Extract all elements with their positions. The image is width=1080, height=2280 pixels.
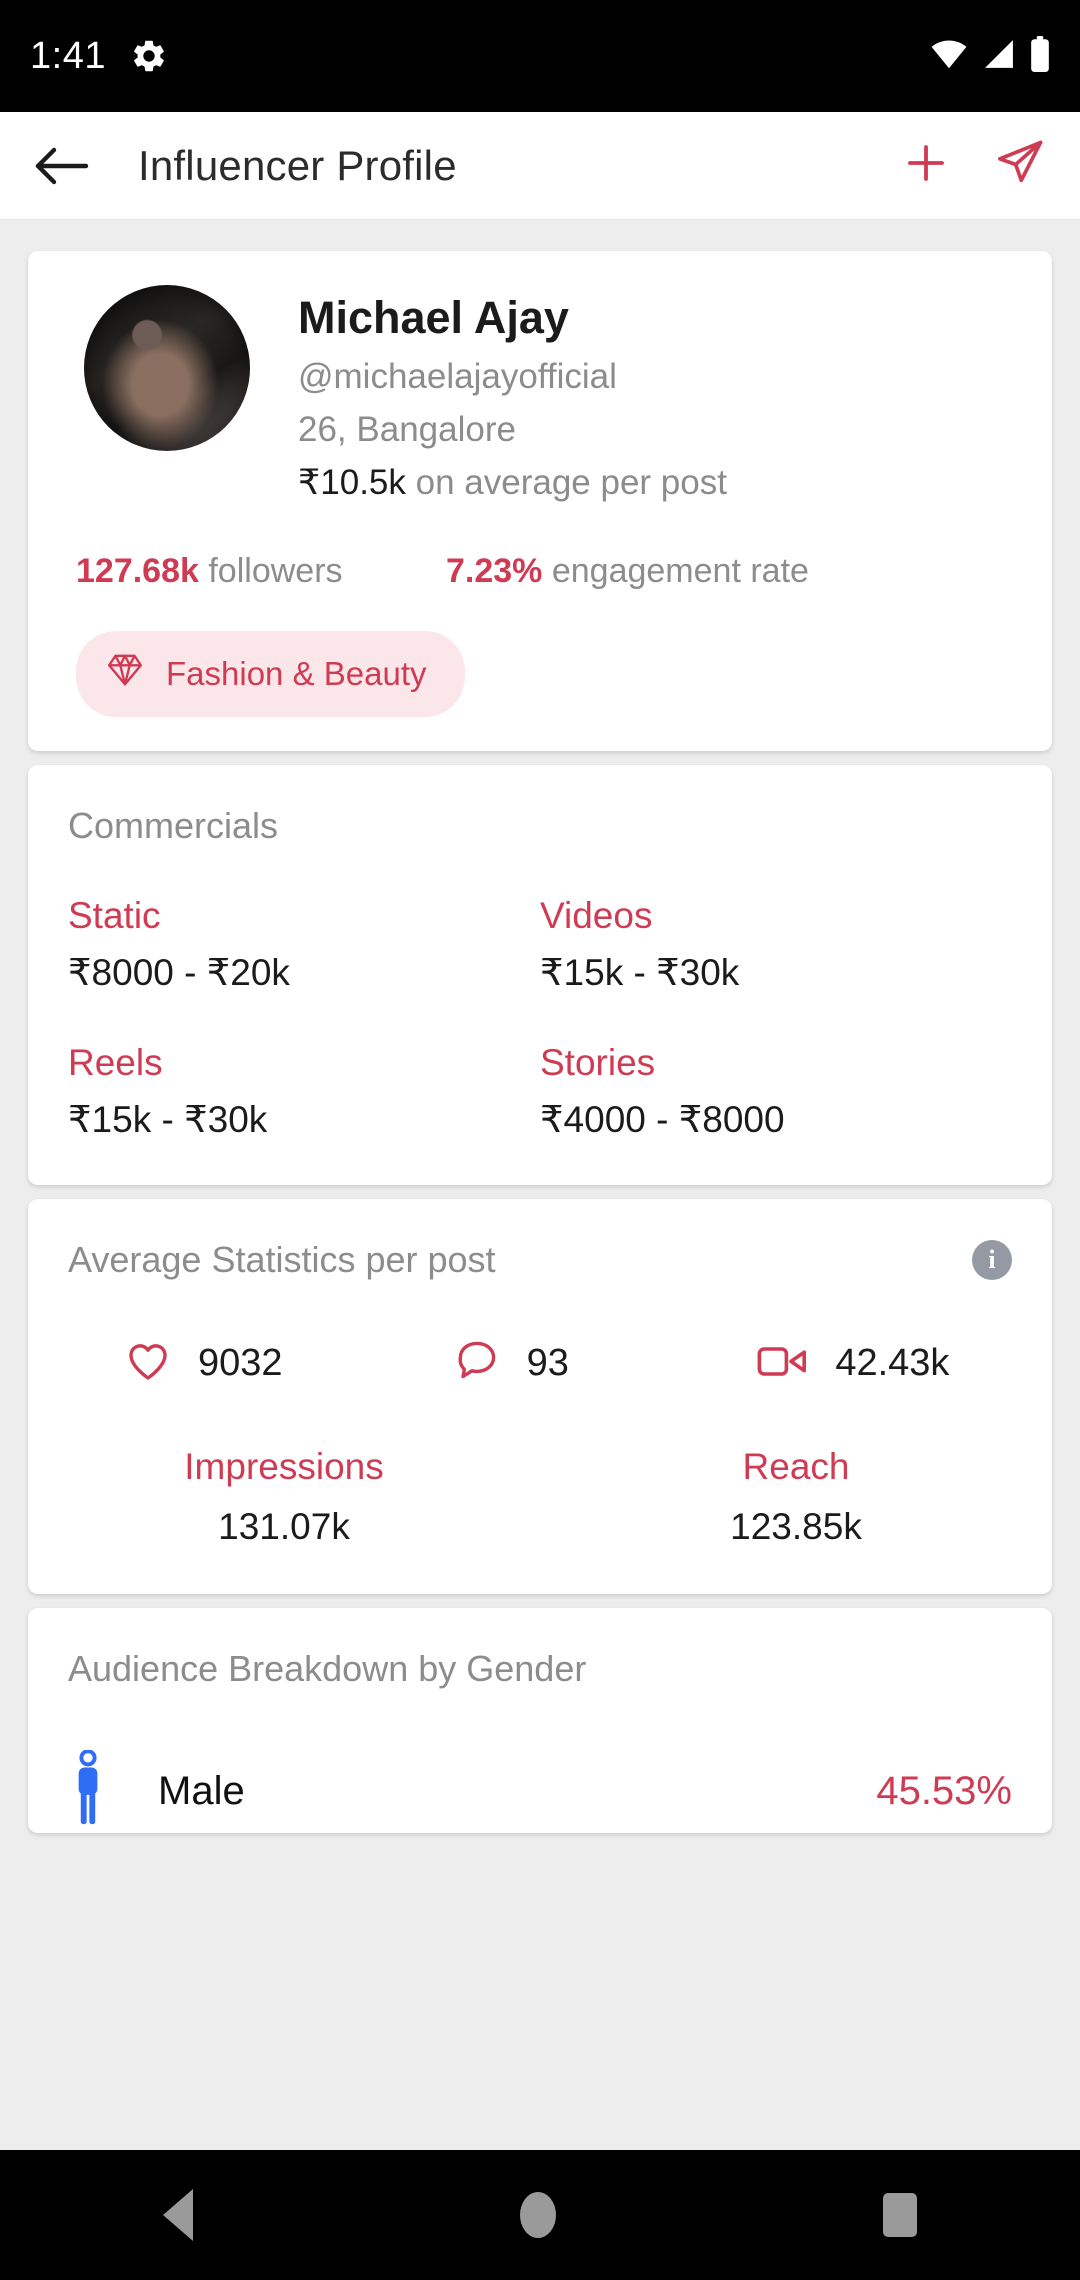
signal-icon: [982, 38, 1016, 75]
status-icons: [930, 35, 1050, 77]
back-arrow-icon[interactable]: [34, 144, 90, 188]
nav-back-icon[interactable]: [163, 2189, 194, 2241]
commercials-item-label: Videos: [540, 895, 653, 936]
battery-icon: [1030, 35, 1050, 77]
profile-name: Michael Ajay: [298, 292, 569, 343]
profile-header: Michael Ajay @michaelajayofficial 26, Ba…: [66, 285, 1014, 504]
status-time: 1:41: [30, 34, 106, 77]
commercials-title: Commercials: [68, 805, 279, 846]
commercials-item-value: ₹15k - ₹30k: [540, 952, 740, 993]
engagement-value: 7.23%: [446, 552, 543, 590]
impressions-value: 131.07k: [218, 1506, 350, 1547]
commercials-item-label: Reels: [68, 1042, 163, 1083]
nav-recents-icon[interactable]: [882, 2193, 917, 2237]
niche-pill[interactable]: Fashion & Beauty: [76, 631, 465, 717]
reach-label: Reach: [742, 1446, 850, 1487]
wifi-icon: [930, 38, 968, 75]
statistics-card: Average Statistics per post i 9032 93 42…: [28, 1199, 1052, 1594]
followers-metric: 127.68k followers: [66, 552, 446, 591]
audience-row-label: Male: [158, 1769, 245, 1813]
profile-handle: @michaelajayofficial: [298, 357, 617, 396]
profile-average-rate-value: ₹10.5k: [298, 463, 406, 502]
impressions-stat: Impressions 131.07k: [28, 1446, 540, 1548]
commercials-item: Reels ₹15k - ₹30k: [68, 1042, 540, 1141]
followers-label: followers: [198, 552, 343, 590]
commercials-item-label: Stories: [540, 1042, 656, 1083]
plus-icon[interactable]: [902, 139, 950, 192]
likes-stat: 9032: [54, 1337, 393, 1390]
commercials-item: Stories ₹4000 - ₹8000: [540, 1042, 1012, 1141]
commercials-item-value: ₹8000 - ₹20k: [68, 952, 290, 993]
engagement-metric: 7.23% engagement rate: [446, 552, 809, 591]
reach-value: 123.85k: [730, 1506, 862, 1547]
comment-icon: [453, 1337, 501, 1390]
profile-average-rate-suffix: on average per post: [405, 463, 727, 502]
profile-average-rate: ₹10.5k on average per post: [298, 462, 727, 504]
profile-info: Michael Ajay @michaelajayofficial 26, Ba…: [298, 285, 727, 504]
nav-home-icon[interactable]: [519, 2192, 556, 2238]
likes-value: 9032: [198, 1342, 283, 1384]
app-bar: Influencer Profile: [0, 112, 1080, 220]
send-icon[interactable]: [994, 137, 1046, 194]
views-value: 42.43k: [835, 1342, 950, 1384]
commercials-item: Videos ₹15k - ₹30k: [540, 895, 1012, 994]
audience-row: Male 45.53%: [28, 1749, 1052, 1833]
views-stat: 42.43k: [721, 1339, 1026, 1388]
followers-value: 127.68k: [76, 552, 199, 590]
reach-stat: Reach 123.85k: [540, 1446, 1052, 1548]
commercials-item-value: ₹15k - ₹30k: [68, 1099, 268, 1140]
audience-title: Audience Breakdown by Gender: [68, 1648, 587, 1689]
audience-card: Audience Breakdown by Gender Male 45.53%: [28, 1608, 1052, 1833]
app-bar-actions: [902, 137, 1046, 194]
avatar[interactable]: [84, 285, 250, 451]
phone-screen: 1:41 Influencer Profile Michael Ajay @mi…: [0, 0, 1080, 2280]
commercials-card: Commercials Static ₹8000 - ₹20k Videos ₹…: [28, 765, 1052, 1185]
profile-location: 26, Bangalore: [298, 410, 516, 449]
commercials-item: Static ₹8000 - ₹20k: [68, 895, 540, 994]
male-icon: [68, 1749, 108, 1833]
scroll-content[interactable]: Michael Ajay @michaelajayofficial 26, Ba…: [0, 221, 1080, 2150]
engagement-label: engagement rate: [542, 552, 809, 590]
impressions-label: Impressions: [184, 1446, 384, 1487]
page-title: Influencer Profile: [138, 141, 457, 189]
niche-label: Fashion & Beauty: [166, 655, 427, 692]
heart-icon: [124, 1337, 172, 1390]
statistics-icon-row: 9032 93 42.43k: [28, 1337, 1052, 1390]
gear-icon: [130, 37, 168, 75]
diamond-icon: [106, 651, 144, 697]
android-nav-bar: [0, 2150, 1080, 2280]
commercials-item-label: Static: [68, 895, 161, 936]
audience-row-percent: 45.53%: [876, 1769, 1012, 1813]
profile-card: Michael Ajay @michaelajayofficial 26, Ba…: [28, 251, 1052, 751]
statistics-title-row: Average Statistics per post i: [28, 1199, 1052, 1281]
info-icon[interactable]: i: [972, 1240, 1012, 1280]
comments-value: 93: [526, 1342, 569, 1384]
status-bar: 1:41: [0, 0, 1080, 112]
commercials-grid: Static ₹8000 - ₹20k Videos ₹15k - ₹30k R…: [28, 847, 1052, 1141]
statistics-detail-row: Impressions 131.07k Reach 123.85k: [28, 1446, 1052, 1548]
comments-stat: 93: [393, 1337, 722, 1390]
video-icon: [757, 1339, 809, 1388]
commercials-item-value: ₹4000 - ₹8000: [540, 1099, 785, 1140]
statistics-title: Average Statistics per post: [68, 1239, 496, 1280]
profile-metrics: 127.68k followers 7.23% engagement rate: [66, 552, 1014, 591]
